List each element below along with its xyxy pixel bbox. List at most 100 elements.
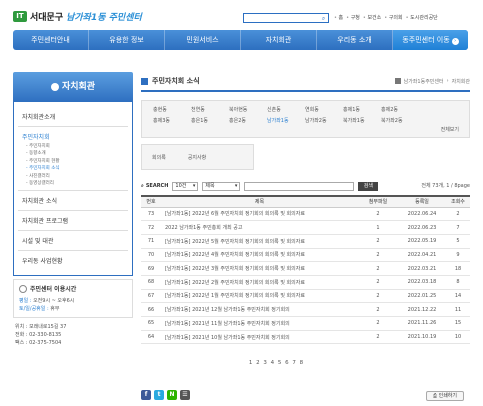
- lnb-item-programs[interactable]: 자치회관 프로그램: [18, 211, 128, 232]
- dong-link[interactable]: 홍제2동: [381, 106, 419, 113]
- cell-title[interactable]: [남가좌1동] 2022년 3월 주민자치회 정기회의 회의록 및 회의자료: [161, 261, 358, 276]
- twitter-icon[interactable]: t: [154, 390, 164, 400]
- cell-views: 9: [446, 248, 470, 263]
- lnb-item-facilities[interactable]: 시설 및 대관: [18, 231, 128, 252]
- lnb-sub-video-gallery[interactable]: 동영상갤러리: [26, 180, 128, 187]
- cell-attachment: 2: [358, 316, 398, 331]
- dong-link[interactable]: 홍제1동: [343, 106, 381, 113]
- dong-link[interactable]: 북아현동: [229, 106, 267, 113]
- lnb-item-projects[interactable]: 우리동 사업현황: [18, 251, 128, 270]
- left-nav: 자치회관 자치회관소개 주민자치회 주민자치회 동향소개 주민자치회 현황 주민…: [13, 72, 133, 347]
- breadcrumb: 남가좌1동주민센터 › 자치회관: [394, 78, 470, 85]
- table-row[interactable]: 64 [남가좌1동] 2021년 10월 남가좌1동 주민자치회 정기회의 2 202…: [141, 330, 470, 345]
- util-link-gu-office[interactable]: 구청: [346, 14, 360, 21]
- breadcrumb-item-center[interactable]: 남가좌1동주민센터: [404, 78, 444, 85]
- dong-link[interactable]: 남가좌2동: [305, 117, 343, 124]
- cell-number: 71: [141, 234, 161, 249]
- lnb-sub-council[interactable]: 주민자치회: [26, 143, 128, 150]
- table-row[interactable]: 73 [남가좌1동] 2022년 6월 주민자치회 정기회의 회의록 및 회의자료…: [141, 207, 470, 222]
- search-field-select[interactable]: 제목: [202, 181, 241, 191]
- cell-title[interactable]: [남가좌1동] 2021년 10월 남가좌1동 주민자치회 정기회의: [161, 330, 358, 345]
- lnb-sub-trends[interactable]: 동향소개: [26, 150, 128, 157]
- site-search-input[interactable]: ⌕: [243, 13, 329, 23]
- cell-date: 2022.04.21: [398, 248, 446, 263]
- site-logo[interactable]: IT 서대문구 남가좌1동 주민센터: [13, 10, 142, 23]
- lnb-item-hall-news[interactable]: 자치회관 소식: [18, 191, 128, 212]
- pagination[interactable]: 1 2 3 4 5 6 7 8: [141, 360, 411, 366]
- cell-title[interactable]: [남가좌1동] 2021년 12월 남가좌1동 주민자치회 정기회의: [161, 302, 358, 317]
- util-link-home[interactable]: 홈: [334, 14, 344, 21]
- contact-fax: 팩스 : 02-375-7504: [15, 340, 62, 347]
- board-search-label-text: SEARCH: [145, 183, 169, 189]
- gnb-item-civil-service[interactable]: 민원서비스: [165, 30, 241, 50]
- logo-subtitle: 남가좌1동 주민센터: [66, 13, 142, 23]
- hours-weekday-label: 평일 :: [19, 298, 32, 305]
- total-count: 전체 73개, 1 / 8page: [421, 183, 470, 189]
- tab-minutes[interactable]: 회의록: [152, 154, 166, 161]
- cell-title[interactable]: [남가좌1동] 2022년 4월 주민자치회 정기회의 회의록 및 회의자료: [161, 248, 358, 263]
- dong-link[interactable]: 홍은1동: [191, 117, 229, 124]
- cell-date: 2022.03.18: [398, 275, 446, 290]
- left-nav-menu: 자치회관소개 주민자치회 주민자치회 동향소개 주민자치회 현황 주민자치회 소…: [13, 102, 133, 277]
- lnb-sub-photo-gallery[interactable]: 사진갤러리: [26, 173, 128, 180]
- print-button[interactable]: ⎙ 인쇄하기: [426, 391, 464, 401]
- search-button[interactable]: 검색: [358, 181, 379, 191]
- gnb-item-move-center[interactable]: 동주민센터 이동 ›: [393, 30, 468, 50]
- cell-attachment: 2: [358, 261, 398, 276]
- gnb-item-autonomy-hall[interactable]: 자치회관: [241, 30, 317, 50]
- tab-notices[interactable]: 공지사항: [188, 154, 206, 161]
- gnb-item-useful-info[interactable]: 유용한 정보: [89, 30, 165, 50]
- facebook-icon[interactable]: f: [141, 390, 151, 400]
- cell-title[interactable]: [남가좌1동] 2021년 11월 남가좌1동 주민자치회 정기회의: [161, 316, 358, 331]
- util-link-council[interactable]: 구의회: [384, 14, 403, 21]
- breadcrumb-item-hall[interactable]: 자치회관: [452, 78, 470, 85]
- gnb-item-center-info[interactable]: 주민센터안내: [13, 30, 89, 50]
- contact-info: 위치 : 모래내로15길 37 전화 : 02-330-8135 팩스 : 02…: [13, 323, 133, 347]
- lnb-sub-news[interactable]: 주민자치회 소식: [26, 165, 128, 172]
- naver-icon[interactable]: N: [167, 390, 177, 400]
- table-row[interactable]: 68 [남가좌1동] 2022년 2월 주민자치회 정기회의 회의록 및 회의자료…: [141, 275, 470, 290]
- view-all-link[interactable]: 전체보기: [441, 126, 459, 133]
- search-icon: ⌕: [141, 183, 144, 189]
- dong-grid: 충현동 천연동 북아현동 신촌동 연희동 홍제1동 홍제2동 홍제3동 홍은1동…: [153, 106, 464, 124]
- dong-link[interactable]: 신촌동: [267, 106, 305, 113]
- table-row[interactable]: 70 [남가좌1동] 2022년 4월 주민자치회 정기회의 회의록 및 회의자료…: [141, 248, 470, 263]
- table-row[interactable]: 65 [남가좌1동] 2021년 11월 남가좌1동 주민자치회 정기회의 2 202…: [141, 316, 470, 331]
- lnb-sub-status[interactable]: 주민자치회 현황: [26, 158, 128, 165]
- cell-views: 10: [446, 330, 470, 345]
- table-row[interactable]: 71 [남가좌1동] 2022년 5월 주민자치회 정기회의 회의록 및 회의자료…: [141, 234, 470, 249]
- util-link-health-center[interactable]: 보건소: [363, 14, 381, 21]
- global-nav: 주민센터안내 유용한 정보 민원서비스 자치회관 우리동 소개 동주민센터 이동…: [13, 30, 468, 50]
- dong-link[interactable]: 북가좌2동: [381, 117, 419, 124]
- table-row[interactable]: 72 2022 남가좌1동 주민총회 개최 공고 1 2022.06.23 7: [141, 220, 470, 235]
- cell-title[interactable]: [남가좌1동] 2022년 2월 주민자치회 정기회의 회의록 및 회의자료: [161, 275, 358, 290]
- lnb-item-council[interactable]: 주민자치회: [18, 127, 128, 143]
- home-icon[interactable]: [394, 78, 401, 84]
- dong-link[interactable]: 홍은2동: [229, 117, 267, 124]
- search-icon[interactable]: ⌕: [320, 15, 327, 22]
- dong-link[interactable]: 연희동: [305, 106, 343, 113]
- cell-title[interactable]: [남가좌1동] 2022년 6월 주민자치회 정기회의 회의록 및 회의자료: [161, 207, 358, 222]
- keyword-input[interactable]: [244, 181, 355, 191]
- cell-title[interactable]: [남가좌1동] 2022년 5월 주민자치회 정기회의 회의록 및 회의자료: [161, 234, 358, 249]
- util-link-urban-corp[interactable]: 도시관리공단: [406, 14, 438, 21]
- dong-link[interactable]: 홍제3동: [153, 117, 191, 124]
- gnb-item-our-dong[interactable]: 우리동 소개: [317, 30, 393, 50]
- cell-number: 73: [141, 207, 161, 222]
- dong-link-current[interactable]: 남가좌1동: [267, 117, 305, 124]
- table-row[interactable]: 67 [남가좌1동] 2022년 1월 주민자치회 정기회의 회의록 및 회의자료…: [141, 289, 470, 304]
- cell-date: 2021.10.19: [398, 330, 446, 345]
- cell-title[interactable]: [남가좌1동] 2022년 1월 주민자치회 정기회의 회의록 및 회의자료: [161, 289, 358, 304]
- hours-weekday-value: 오전9시 ~ 오후6시: [33, 298, 75, 305]
- lnb-item-intro[interactable]: 자치회관소개: [18, 107, 128, 127]
- table-row[interactable]: 66 [남가좌1동] 2021년 12월 남가좌1동 주민자치회 정기회의 2 202…: [141, 302, 470, 317]
- dong-link[interactable]: 충현동: [153, 106, 191, 113]
- dong-link[interactable]: 천연동: [191, 106, 229, 113]
- page-size-select[interactable]: 10건: [172, 181, 199, 191]
- dong-link[interactable]: 북가좌1동: [343, 117, 381, 124]
- cell-number: 66: [141, 302, 161, 317]
- cell-title[interactable]: 2022 남가좌1동 주민총회 개최 공고: [161, 220, 358, 235]
- list-icon[interactable]: ☰: [180, 390, 190, 400]
- table-row[interactable]: 69 [남가좌1동] 2022년 3월 주민자치회 정기회의 회의록 및 회의자료…: [141, 261, 470, 276]
- cell-date: 2022.01.25: [398, 289, 446, 304]
